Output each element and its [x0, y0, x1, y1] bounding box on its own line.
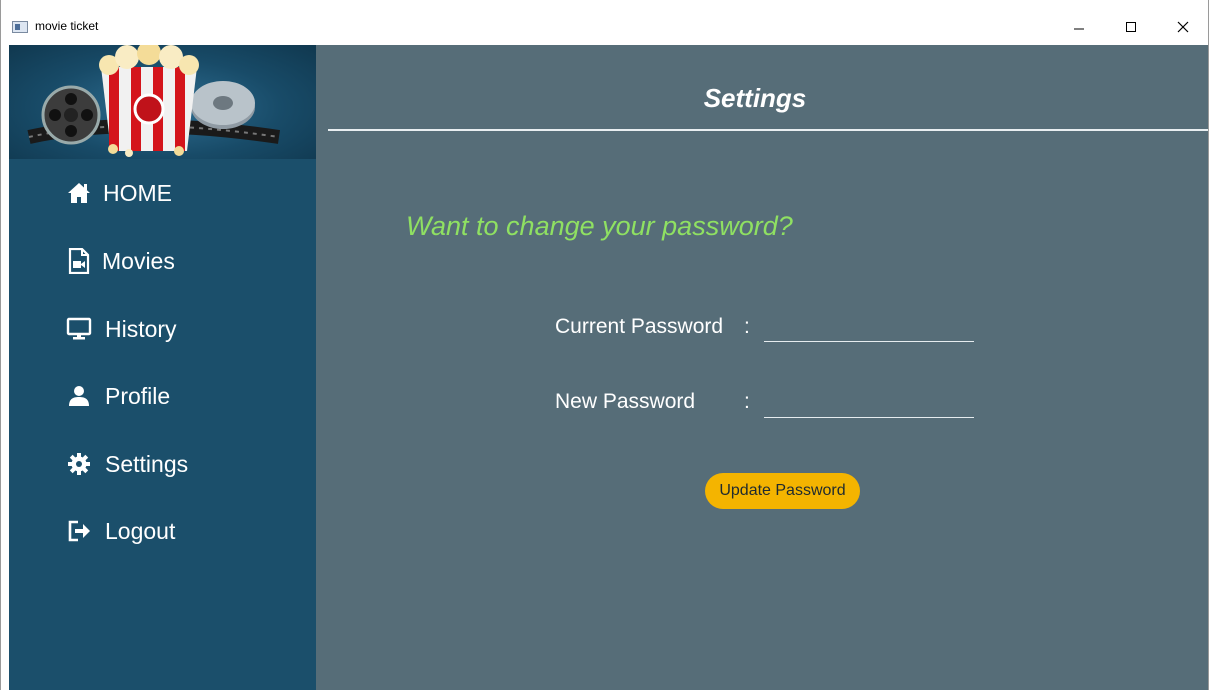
sidebar-item-movies[interactable]: Movies — [9, 233, 316, 289]
new-password-colon: : — [744, 390, 750, 413]
sidebar-item-label: Settings — [105, 450, 189, 477]
title-divider — [328, 129, 1208, 131]
current-password-label: Current Password — [555, 315, 724, 338]
app-window: movie ticket HOME Movies History Profile… — [0, 0, 1209, 690]
update-password-button[interactable]: Update Password — [705, 473, 860, 509]
sidebar-item-label: History — [105, 315, 177, 342]
new-password-field[interactable] — [764, 390, 974, 418]
movie-popcorn-banner — [9, 45, 316, 159]
window-title: movie ticket — [35, 19, 99, 33]
maximize-button[interactable] — [1111, 12, 1151, 42]
maximize-icon — [1126, 22, 1136, 32]
change-password-prompt: Want to change your password? — [406, 211, 793, 241]
sidebar-item-label: Movies — [102, 247, 175, 274]
user-icon — [65, 382, 93, 410]
current-password-colon: : — [744, 315, 750, 338]
sidebar: HOME Movies History Profile Settings Log… — [9, 45, 316, 690]
settings-panel: Settings Want to change your password? C… — [316, 45, 1208, 690]
sidebar-item-label: Profile — [105, 382, 171, 409]
minimize-button[interactable] — [1059, 12, 1099, 42]
sidebar-item-profile[interactable]: Profile — [9, 368, 316, 424]
sidebar-item-home[interactable]: HOME — [9, 165, 316, 221]
home-icon — [65, 179, 93, 207]
monitor-icon — [65, 315, 93, 343]
sidebar-item-label: Logout — [105, 517, 176, 544]
close-button[interactable] — [1163, 12, 1203, 42]
new-password-label: New Password — [555, 390, 696, 413]
title-bar: movie ticket — [1, 0, 1208, 45]
close-icon — [1177, 21, 1189, 33]
gear-icon — [65, 450, 93, 478]
movie-file-icon — [65, 247, 93, 275]
sidebar-item-logout[interactable]: Logout — [9, 503, 316, 559]
logout-icon — [65, 517, 93, 545]
app-window-icon — [12, 21, 28, 33]
current-password-field[interactable] — [764, 314, 974, 342]
banner-illustration — [27, 45, 281, 157]
page-title: Settings — [703, 83, 807, 113]
sidebar-item-history[interactable]: History — [9, 301, 316, 357]
minimize-icon — [1074, 28, 1084, 30]
sidebar-item-label: HOME — [103, 179, 172, 206]
sidebar-item-settings[interactable]: Settings — [9, 436, 316, 492]
